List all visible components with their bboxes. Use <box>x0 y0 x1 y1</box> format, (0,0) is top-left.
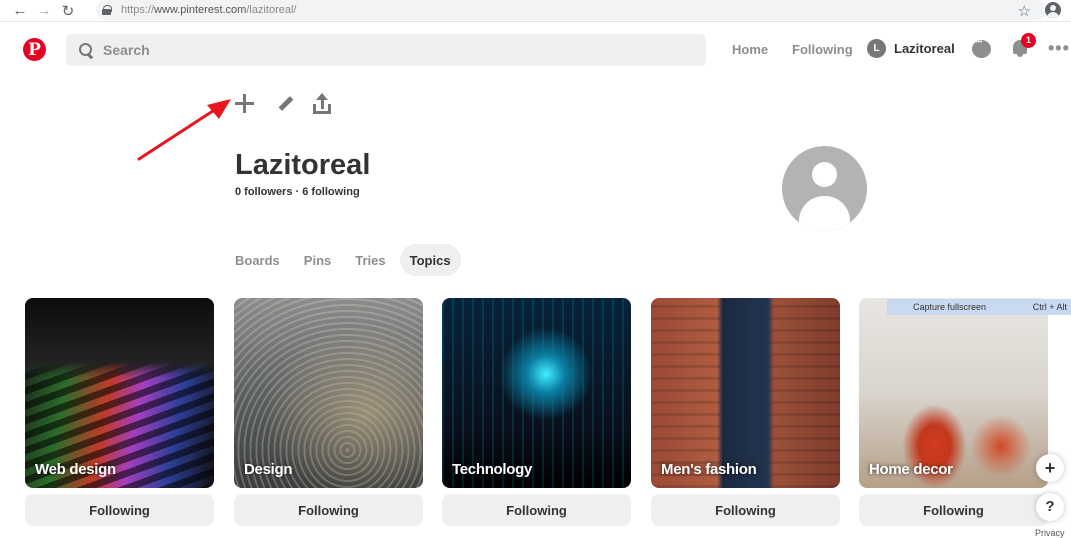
topic-card-design[interactable]: Design <box>234 298 423 488</box>
topic-card-mens-fashion[interactable]: Men's fashion <box>651 298 840 488</box>
profile-title: Lazitoreal <box>235 149 371 181</box>
url-text: https://www.pinterest.com/lazitoreal/ <box>121 4 297 16</box>
tab-topics[interactable]: Topics <box>399 244 461 276</box>
share-icon[interactable] <box>310 92 334 116</box>
account-icon[interactable] <box>1045 2 1061 18</box>
back-icon[interactable]: ← <box>8 1 32 21</box>
notification-badge: 1 <box>1021 33 1036 48</box>
capture-tooltip: Capture fullscreen Ctrl + Alt <box>887 299 1071 315</box>
search-bar[interactable] <box>66 34 706 66</box>
nav-following[interactable]: Following <box>792 36 853 64</box>
create-fab-plus-icon[interactable]: + <box>1036 454 1064 482</box>
following-button[interactable]: Following <box>651 494 840 526</box>
profile-stats[interactable]: 0 followers · 6 following <box>235 186 360 198</box>
address-bar[interactable]: https://www.pinterest.com/lazitoreal/ <box>96 0 1046 20</box>
plus-icon[interactable] <box>233 92 257 116</box>
following-button[interactable]: Following <box>25 494 214 526</box>
profile-avatar[interactable] <box>782 146 867 231</box>
avatar: L <box>867 39 886 58</box>
topic-card-home-decor[interactable]: Home decor <box>859 298 1048 488</box>
following-button[interactable]: Following <box>234 494 423 526</box>
topic-label: Web design <box>35 461 116 478</box>
pinterest-logo[interactable]: P <box>23 38 46 61</box>
topic-card-web-design[interactable]: Web design <box>25 298 214 488</box>
edit-pencil-icon[interactable] <box>274 92 298 116</box>
messages-icon[interactable] <box>972 39 991 58</box>
profile-name-label: Lazitoreal <box>894 41 955 56</box>
following-button[interactable]: Following <box>859 494 1048 526</box>
tab-boards[interactable]: Boards <box>225 244 290 276</box>
tab-tries[interactable]: Tries <box>345 244 395 276</box>
following-button[interactable]: Following <box>442 494 631 526</box>
tooltip-shortcut: Ctrl + Alt <box>1032 302 1067 312</box>
topic-label: Technology <box>452 461 533 478</box>
red-arrow-annotation <box>137 99 231 161</box>
topic-label: Design <box>244 461 293 478</box>
search-input[interactable] <box>103 42 663 58</box>
topic-card-technology[interactable]: Technology <box>442 298 631 488</box>
lock-icon <box>102 5 112 15</box>
search-icon <box>79 43 93 57</box>
help-fab-question-icon[interactable]: ? <box>1036 493 1064 521</box>
browser-toolbar: ← → ↻ https://www.pinterest.com/lazitore… <box>0 0 1071 22</box>
reload-icon[interactable]: ↻ <box>56 1 80 21</box>
profile-tabs: Boards Pins Tries Topics <box>225 244 465 276</box>
topic-label: Home decor <box>869 461 953 478</box>
nav-home[interactable]: Home <box>732 36 768 64</box>
privacy-link[interactable]: Privacy <box>1035 528 1065 538</box>
more-options-icon[interactable]: ••• <box>1048 38 1070 59</box>
topic-label: Men's fashion <box>661 461 757 478</box>
tab-pins[interactable]: Pins <box>294 244 341 276</box>
forward-icon[interactable]: → <box>32 1 56 21</box>
bookmark-star-icon[interactable]: ☆ <box>1018 2 1031 20</box>
tooltip-action: Capture fullscreen <box>913 302 987 312</box>
profile-link[interactable]: L Lazitoreal <box>867 39 955 58</box>
